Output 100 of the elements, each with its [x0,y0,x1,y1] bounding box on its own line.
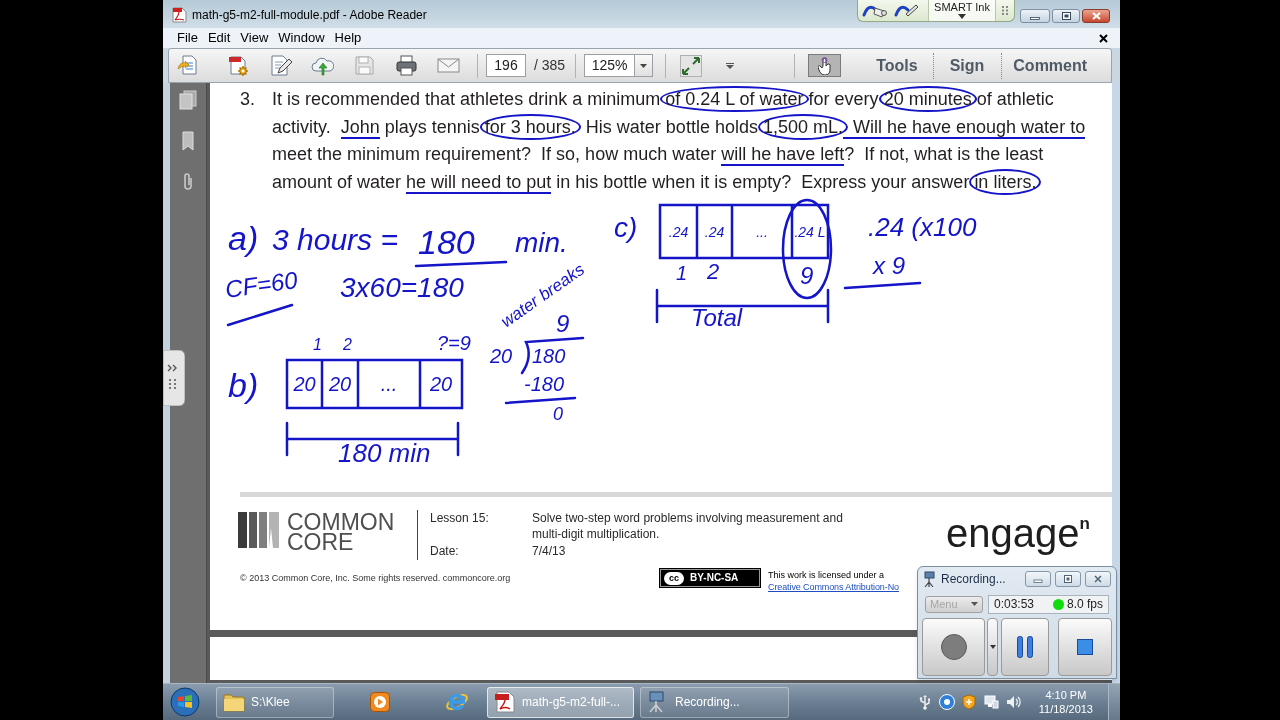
handwritten-equation: 3x60=180 [340,274,464,302]
handwritten-number: 2 [343,337,352,353]
menu-item[interactable]: File [172,30,203,46]
close-icon[interactable] [1099,33,1108,43]
window-title: math-g5-m2-full-module.pdf - Adobe Reader [192,8,427,22]
handwritten-label: a) [228,221,259,255]
handwritten-number: 180 [418,225,475,259]
problem-number: 3. [240,88,256,111]
hand-pointer-icon [817,56,832,75]
tape-cell-value: 20 [293,374,316,394]
menu-item[interactable]: Edit [202,30,236,46]
menu-item[interactable]: Help [329,30,367,46]
hand-pen-icon[interactable] [894,2,920,19]
pdf-file-icon [494,691,516,713]
document-arrow-icon[interactable] [177,54,200,77]
folder-icon [223,691,245,713]
speaker-icon[interactable] [1004,694,1021,710]
clock-date: 11/18/2013 [1038,702,1093,716]
splitter-grip-icon[interactable] [163,350,185,406]
pane-button[interactable]: Sign [949,55,985,76]
restore-icon [1063,575,1073,583]
paperclip-icon[interactable] [181,172,195,192]
elapsed-time: 0:03:53 [994,597,1035,611]
menu-item[interactable]: Window [273,30,330,46]
status-dot-icon [1052,598,1064,610]
handwritten-equation: .24 (x100 [868,214,977,240]
handwritten-number: 1 [313,337,322,353]
close-button[interactable] [1082,9,1110,23]
tape-cell-value: ... [756,224,768,239]
handwritten-label: c) [614,214,638,242]
record-button[interactable] [922,618,985,676]
tape-cell-value: .24 [704,224,725,239]
cloud-upload-icon[interactable] [311,54,334,77]
caret-down-icon [958,14,966,19]
start-orb-icon [170,687,200,717]
start-button[interactable] [170,687,200,717]
lesson-label: Lesson 15: [430,510,490,527]
dropdown-icon[interactable] [726,62,735,69]
handwritten-number: -180 [524,374,565,394]
close-icon [1091,12,1101,20]
zoom-field[interactable]: 125% [584,54,636,77]
document-gear-icon[interactable] [227,54,250,77]
logo-mark-icon [238,512,279,548]
pane-button[interactable]: Comment [1013,55,1088,76]
printer-icon[interactable] [395,54,418,77]
handwritten-note: min. [515,229,568,257]
handwritten-equation: 3 hours = [272,225,398,255]
hand-tool-button[interactable] [808,54,842,77]
clock-time: 4:10 PM [1045,688,1087,702]
handwritten-number: 0 [553,405,563,423]
tape-cell-value: .24 [668,224,689,239]
expand-arrows-icon[interactable] [680,54,703,77]
caret-down-icon [640,63,648,68]
license-link[interactable]: Creative Commons Attribution-No [768,581,899,593]
maximize-button[interactable] [1052,9,1080,23]
document-pencil-icon[interactable] [269,54,292,77]
stop-icon [1077,639,1093,655]
pane-button[interactable]: Tools [876,55,918,76]
handwritten-note: 180 min [338,440,431,466]
handwritten-number: 9 [800,264,814,288]
disc-icon[interactable] [938,694,955,710]
camera-tripod-icon [923,571,937,587]
close-icon [1093,575,1103,583]
close-button[interactable] [1085,571,1111,587]
tape-cell-value: ... [380,374,398,394]
handwritten-note: Total [691,306,743,330]
handwritten-label: b) [228,368,259,402]
pdf-file-icon [172,7,187,23]
date-label: Date: [430,543,460,559]
tape-cell-value: 20 [429,374,453,394]
maximize-button[interactable] [1055,571,1081,587]
minimize-button[interactable] [1020,9,1050,23]
stop-button[interactable] [1058,618,1112,676]
tape-cell-value: .24 L [794,224,826,239]
ink-menu-button[interactable]: SMART Ink [928,0,996,21]
handwritten-number: 1 [676,263,688,283]
ink-underline [226,303,294,327]
bookmark-icon[interactable] [181,131,195,151]
pages-icon[interactable] [179,90,197,110]
license-text: This work is licensed under a [768,569,886,581]
record-dot-icon [940,634,967,660]
menu-item[interactable]: View [235,30,274,46]
play-icon[interactable] [370,692,390,712]
handwritten-number: 9 [556,312,570,336]
minimize-button[interactable] [1025,571,1051,587]
handwritten-note: CF=60 [223,268,299,302]
minimize-icon [1030,17,1040,20]
zoom-dropdown-button[interactable] [635,54,654,77]
network-icon[interactable] [982,694,999,710]
handwritten-note: ?=9 [437,333,471,353]
grip-icon[interactable] [1002,6,1009,15]
page-count: / 385 [534,56,566,75]
restore-icon [1061,12,1071,20]
lesson-title: Solve two-step word problems involving measurement and multi-digit multiplication. [532,510,844,543]
page-number-field[interactable]: 196 [486,54,526,77]
handwritten-number: 2 [707,261,720,283]
cc-symbol: cc [664,571,684,585]
shield-icon[interactable] [960,694,977,710]
pause-button[interactable] [1001,618,1049,676]
handwritten-number: 20 [490,346,513,366]
